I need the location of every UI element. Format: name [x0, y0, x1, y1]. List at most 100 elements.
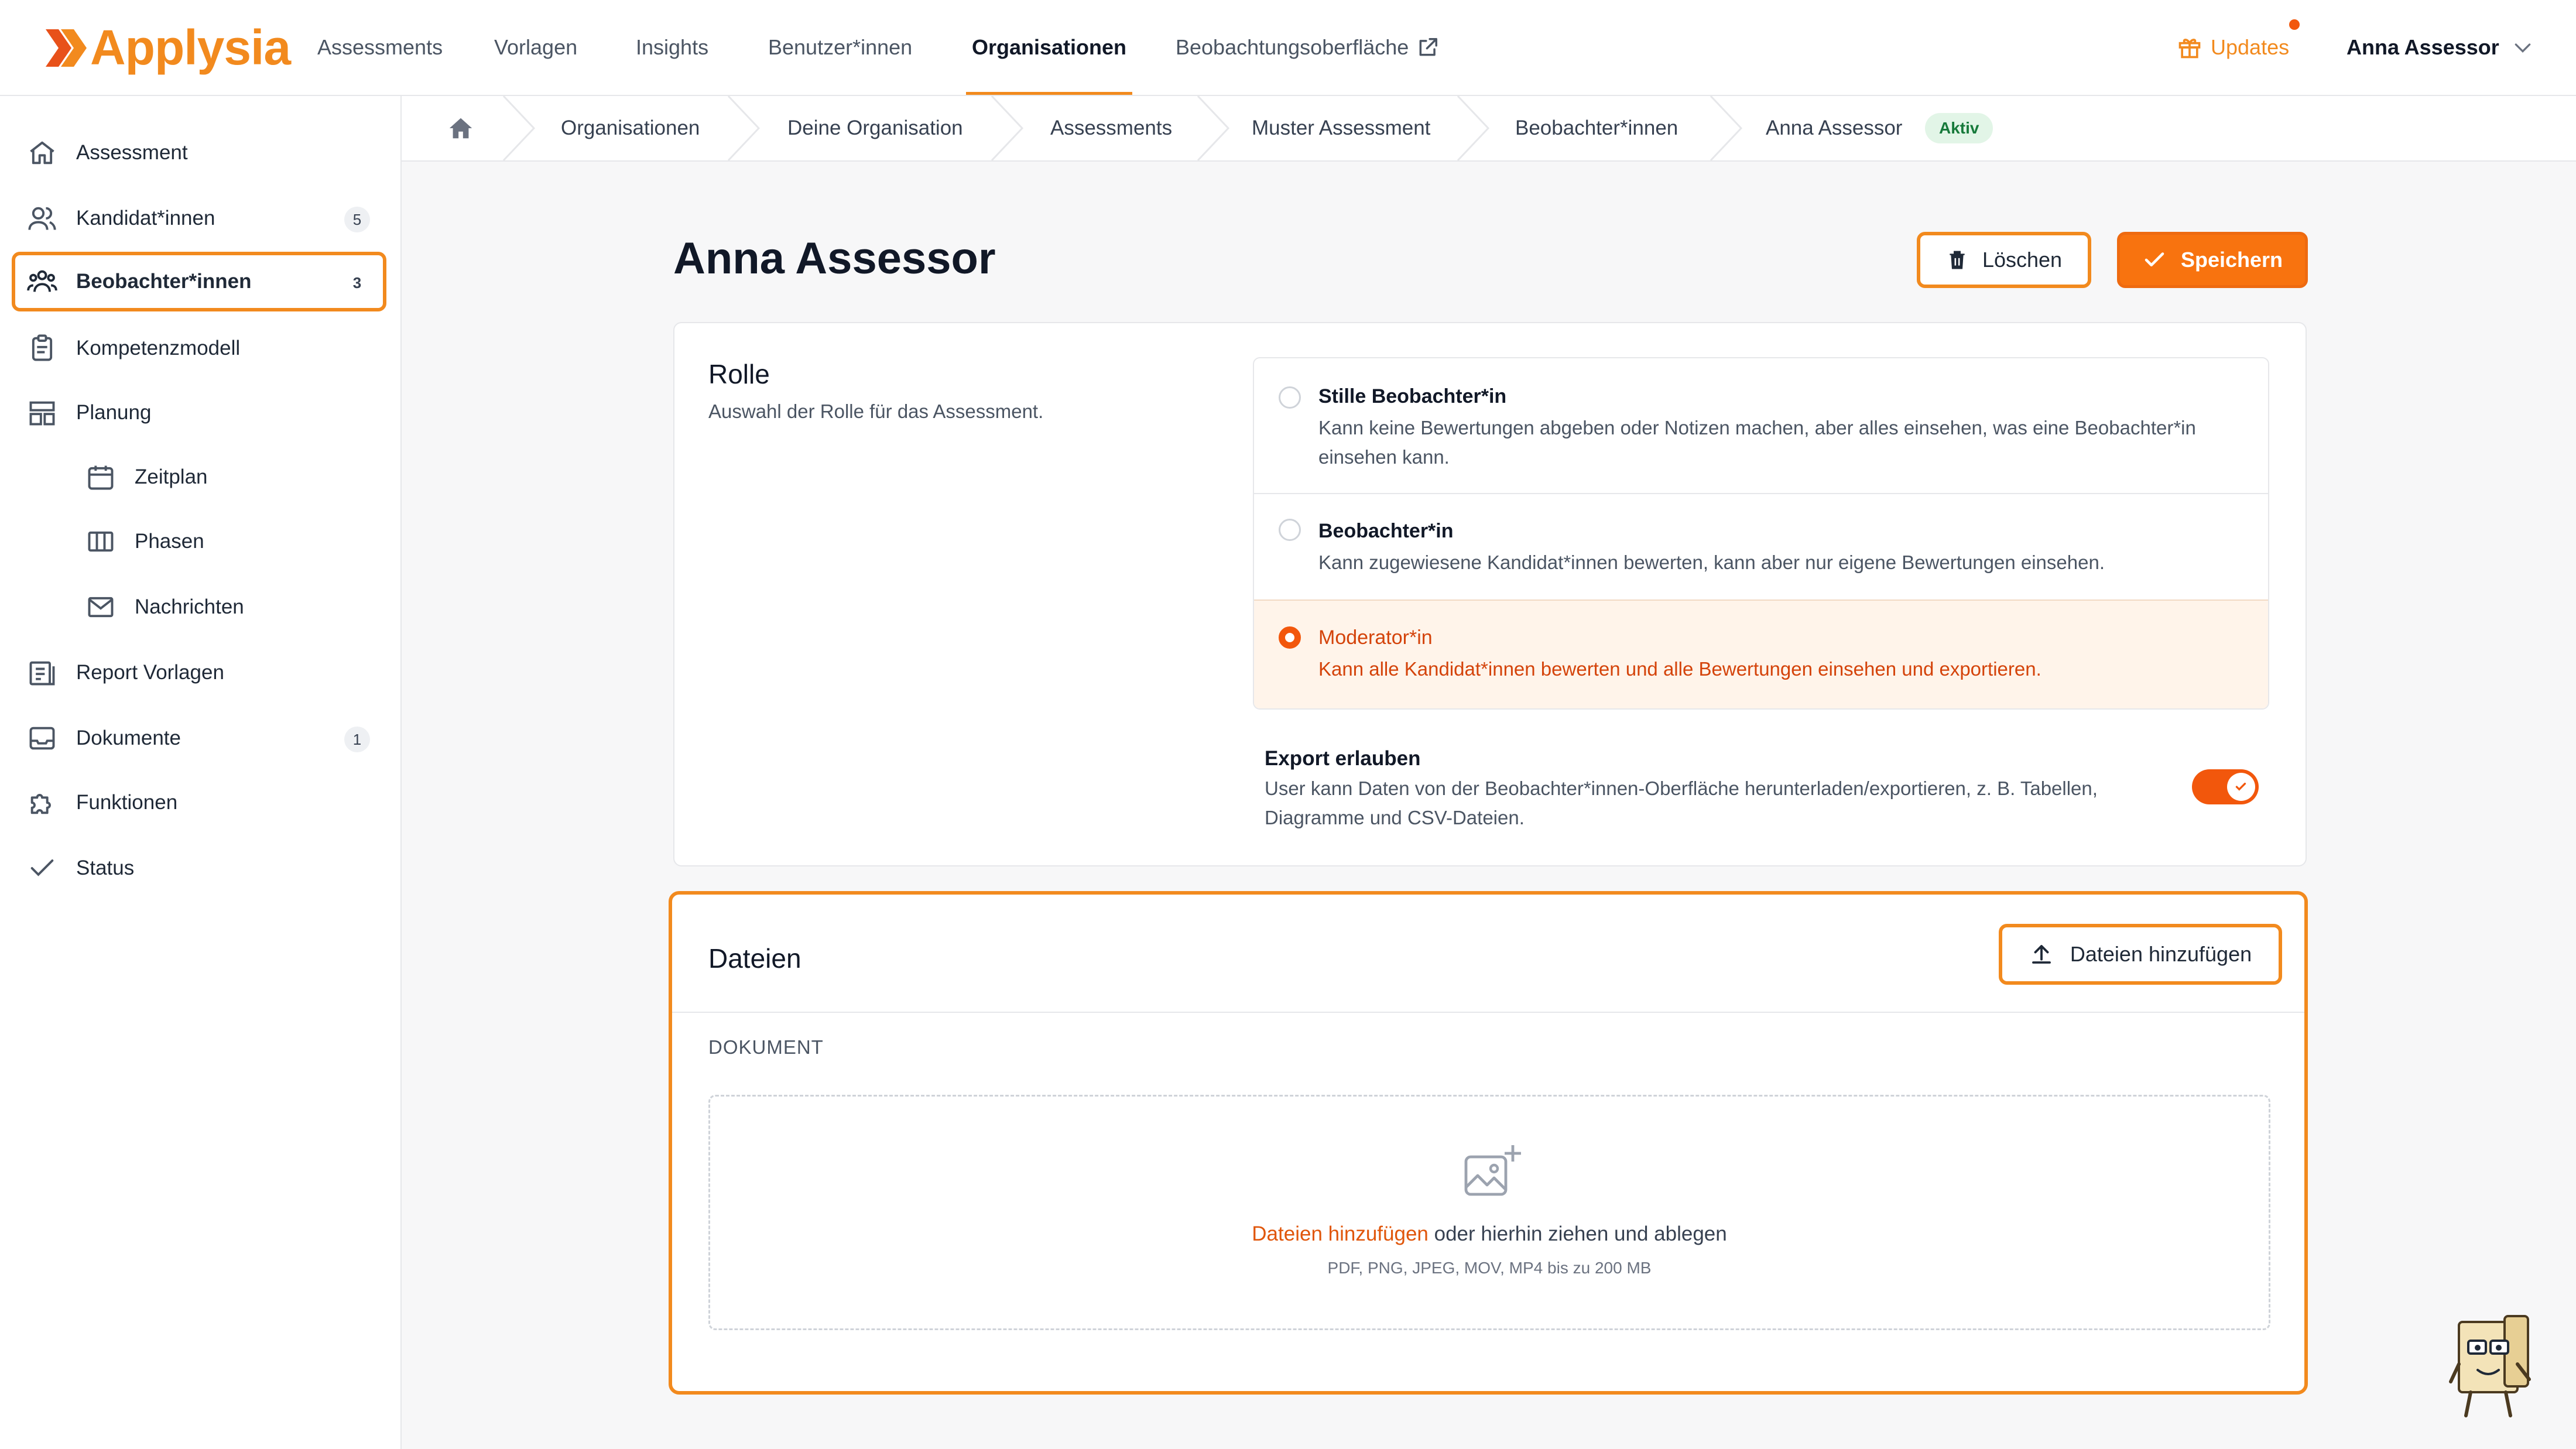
sidebar-item-label: Funktionen	[76, 791, 178, 814]
breadcrumb-separator	[727, 96, 761, 160]
nav-beobachtungsoberflaeche-label: Beobachtungsoberfläche	[1176, 35, 1409, 59]
columns-icon	[84, 525, 117, 558]
sidebar-item-nachrichten[interactable]: Nachrichten	[12, 577, 386, 637]
sidebar-item-report-vorlagen[interactable]: Report Vorlagen	[12, 643, 386, 703]
sidebar-item-label: Planung	[76, 401, 152, 424]
sidebar-item-planung[interactable]: Planung	[12, 383, 386, 443]
export-description: User kann Daten von der Beobachter*innen…	[1265, 777, 2098, 828]
help-mascot-icon[interactable]	[2447, 1311, 2541, 1429]
home-icon	[26, 136, 59, 169]
divider	[672, 1012, 2304, 1013]
radio-button-selected[interactable]	[1279, 626, 1301, 649]
nav-benutzerinnen[interactable]: Benutzer*innen	[768, 0, 912, 95]
check-icon	[2235, 782, 2246, 791]
count-badge: 1	[344, 727, 370, 752]
status-badge: Aktiv	[1925, 113, 1993, 143]
sidebar-item-label: Assessment	[76, 141, 188, 164]
nav-beobachtungsoberflaeche[interactable]: Beobachtungsoberfläche	[1176, 0, 1439, 95]
page-title: Anna Assessor	[673, 234, 996, 283]
image-add-icon	[1464, 1145, 1521, 1196]
breadcrumb-muster-assessment[interactable]: Muster Assessment	[1252, 96, 1430, 160]
sidebar-item-label: Status	[76, 857, 135, 879]
radio-button[interactable]	[1279, 519, 1301, 541]
sidebar-item-kompetenzmodell[interactable]: Kompetenzmodell	[12, 318, 386, 378]
export-toggle[interactable]	[2192, 769, 2259, 804]
breadcrumb-deine-organisation[interactable]: Deine Organisation	[787, 96, 963, 160]
nav-insights[interactable]: Insights	[636, 0, 708, 95]
sidebar-item-assessment[interactable]: Assessment	[12, 123, 386, 183]
nav-organisationen[interactable]: Organisationen	[965, 0, 1133, 95]
calendar-icon	[84, 461, 117, 494]
breadcrumb-separator	[1457, 96, 1490, 160]
inbox-icon	[26, 722, 59, 755]
role-option-beobachterin[interactable]: Beobachter*in Kann zugewiesene Kandidat*…	[1254, 494, 2268, 601]
option-title: Stille Beobachter*in	[1318, 385, 1507, 407]
sidebar-item-kandidatinnen[interactable]: Kandidat*innen 5	[12, 189, 386, 248]
clipboard-icon	[26, 332, 59, 365]
sidebar-item-beobachterinnen[interactable]: Beobachter*innen 3	[12, 252, 386, 311]
users-icon	[26, 202, 59, 235]
dropzone-upload-link[interactable]: Dateien hinzufügen	[1252, 1222, 1429, 1245]
check-icon	[26, 852, 59, 885]
save-button[interactable]: Speichern	[2117, 232, 2308, 288]
sidebar-item-label: Kandidat*innen	[76, 207, 215, 229]
breadcrumb-assessments[interactable]: Assessments	[1050, 96, 1172, 160]
export-title: Export erlauben	[1265, 747, 1421, 770]
radio-button[interactable]	[1279, 386, 1301, 409]
files-title: Dateien	[708, 943, 801, 974]
role-option-moderatorin[interactable]: Moderator*in Kann alle Kandidat*innen be…	[1254, 601, 2268, 708]
breadcrumb-separator	[991, 96, 1024, 160]
breadcrumb-separator	[1710, 96, 1743, 160]
user-group-icon	[26, 265, 59, 298]
breadcrumb-current: Anna Assessor	[1766, 117, 1903, 139]
sidebar-item-label: Zeitplan	[135, 465, 208, 488]
puzzle-icon	[26, 786, 59, 819]
sidebar-item-zeitplan[interactable]: Zeitplan	[12, 447, 386, 507]
breadcrumb-beobachterinnen[interactable]: Beobachter*innen	[1515, 96, 1678, 160]
applysia-logo[interactable]: Applysia	[46, 20, 291, 76]
role-option-stille-beobachterin[interactable]: Stille Beobachter*in Kann keine Bewertun…	[1254, 358, 2268, 494]
mail-icon	[84, 591, 117, 624]
gift-icon	[2178, 39, 2201, 59]
option-title: Moderator*in	[1318, 626, 1433, 649]
dropzone-instruction: oder hierhin ziehen und ablegen	[1428, 1222, 1727, 1245]
nav-vorlagen[interactable]: Vorlagen	[494, 0, 577, 95]
user-menu[interactable]: Anna Assessor	[2347, 0, 2534, 95]
user-name: Anna Assessor	[2347, 35, 2499, 59]
count-badge: 3	[344, 270, 370, 296]
layout-icon	[26, 396, 59, 429]
external-link-icon	[1419, 38, 1438, 56]
nav-assessments[interactable]: Assessments	[317, 0, 443, 95]
updates-label: Updates	[2211, 35, 2290, 59]
role-title: Rolle	[708, 359, 770, 389]
updates-notification-dot	[2289, 19, 2300, 30]
breadcrumb-separator	[502, 96, 536, 160]
role-description: Auswahl der Rolle für das Assessment.	[708, 400, 1044, 422]
sidebar-item-status[interactable]: Status	[12, 838, 386, 898]
dropzone-text: Dateien hinzufügen oder hierhin ziehen u…	[708, 1222, 2270, 1246]
delete-button[interactable]: Löschen	[1917, 232, 2091, 288]
sidebar-item-label: Beobachter*innen	[76, 270, 252, 293]
updates-button[interactable]: Updates	[2177, 0, 2289, 95]
count-badge: 5	[344, 207, 370, 232]
logo-wordmark: Applysia	[90, 20, 291, 75]
breadcrumb-organisationen[interactable]: Organisationen	[561, 96, 700, 160]
role-options: Stille Beobachter*in Kann keine Bewertun…	[1253, 357, 2269, 710]
sidebar-item-phasen[interactable]: Phasen	[12, 512, 386, 571]
report-icon	[26, 656, 59, 689]
add-files-button[interactable]: Dateien hinzufügen	[1999, 924, 2282, 985]
delete-label: Löschen	[1982, 248, 2063, 272]
add-files-label: Dateien hinzufügen	[2070, 942, 2252, 966]
sidebar-item-label: Kompetenzmodell	[76, 337, 241, 359]
sidebar-item-dokumente[interactable]: Dokumente 1	[12, 708, 386, 768]
option-description: Kann keine Bewertungen abgeben oder Noti…	[1318, 417, 2196, 468]
breadcrumb-home[interactable]	[447, 96, 474, 160]
home-icon	[449, 118, 472, 139]
sidebar-item-funktionen[interactable]: Funktionen	[12, 773, 386, 833]
file-dropzone[interactable]	[708, 1095, 2270, 1330]
option-description: Kann alle Kandidat*innen bewerten und al…	[1318, 658, 2041, 680]
sidebar-item-label: Phasen	[135, 530, 204, 553]
check-icon	[2145, 252, 2164, 267]
document-column-header: DOKUMENT	[708, 1036, 824, 1058]
sidebar-item-label: Report Vorlagen	[76, 661, 224, 684]
